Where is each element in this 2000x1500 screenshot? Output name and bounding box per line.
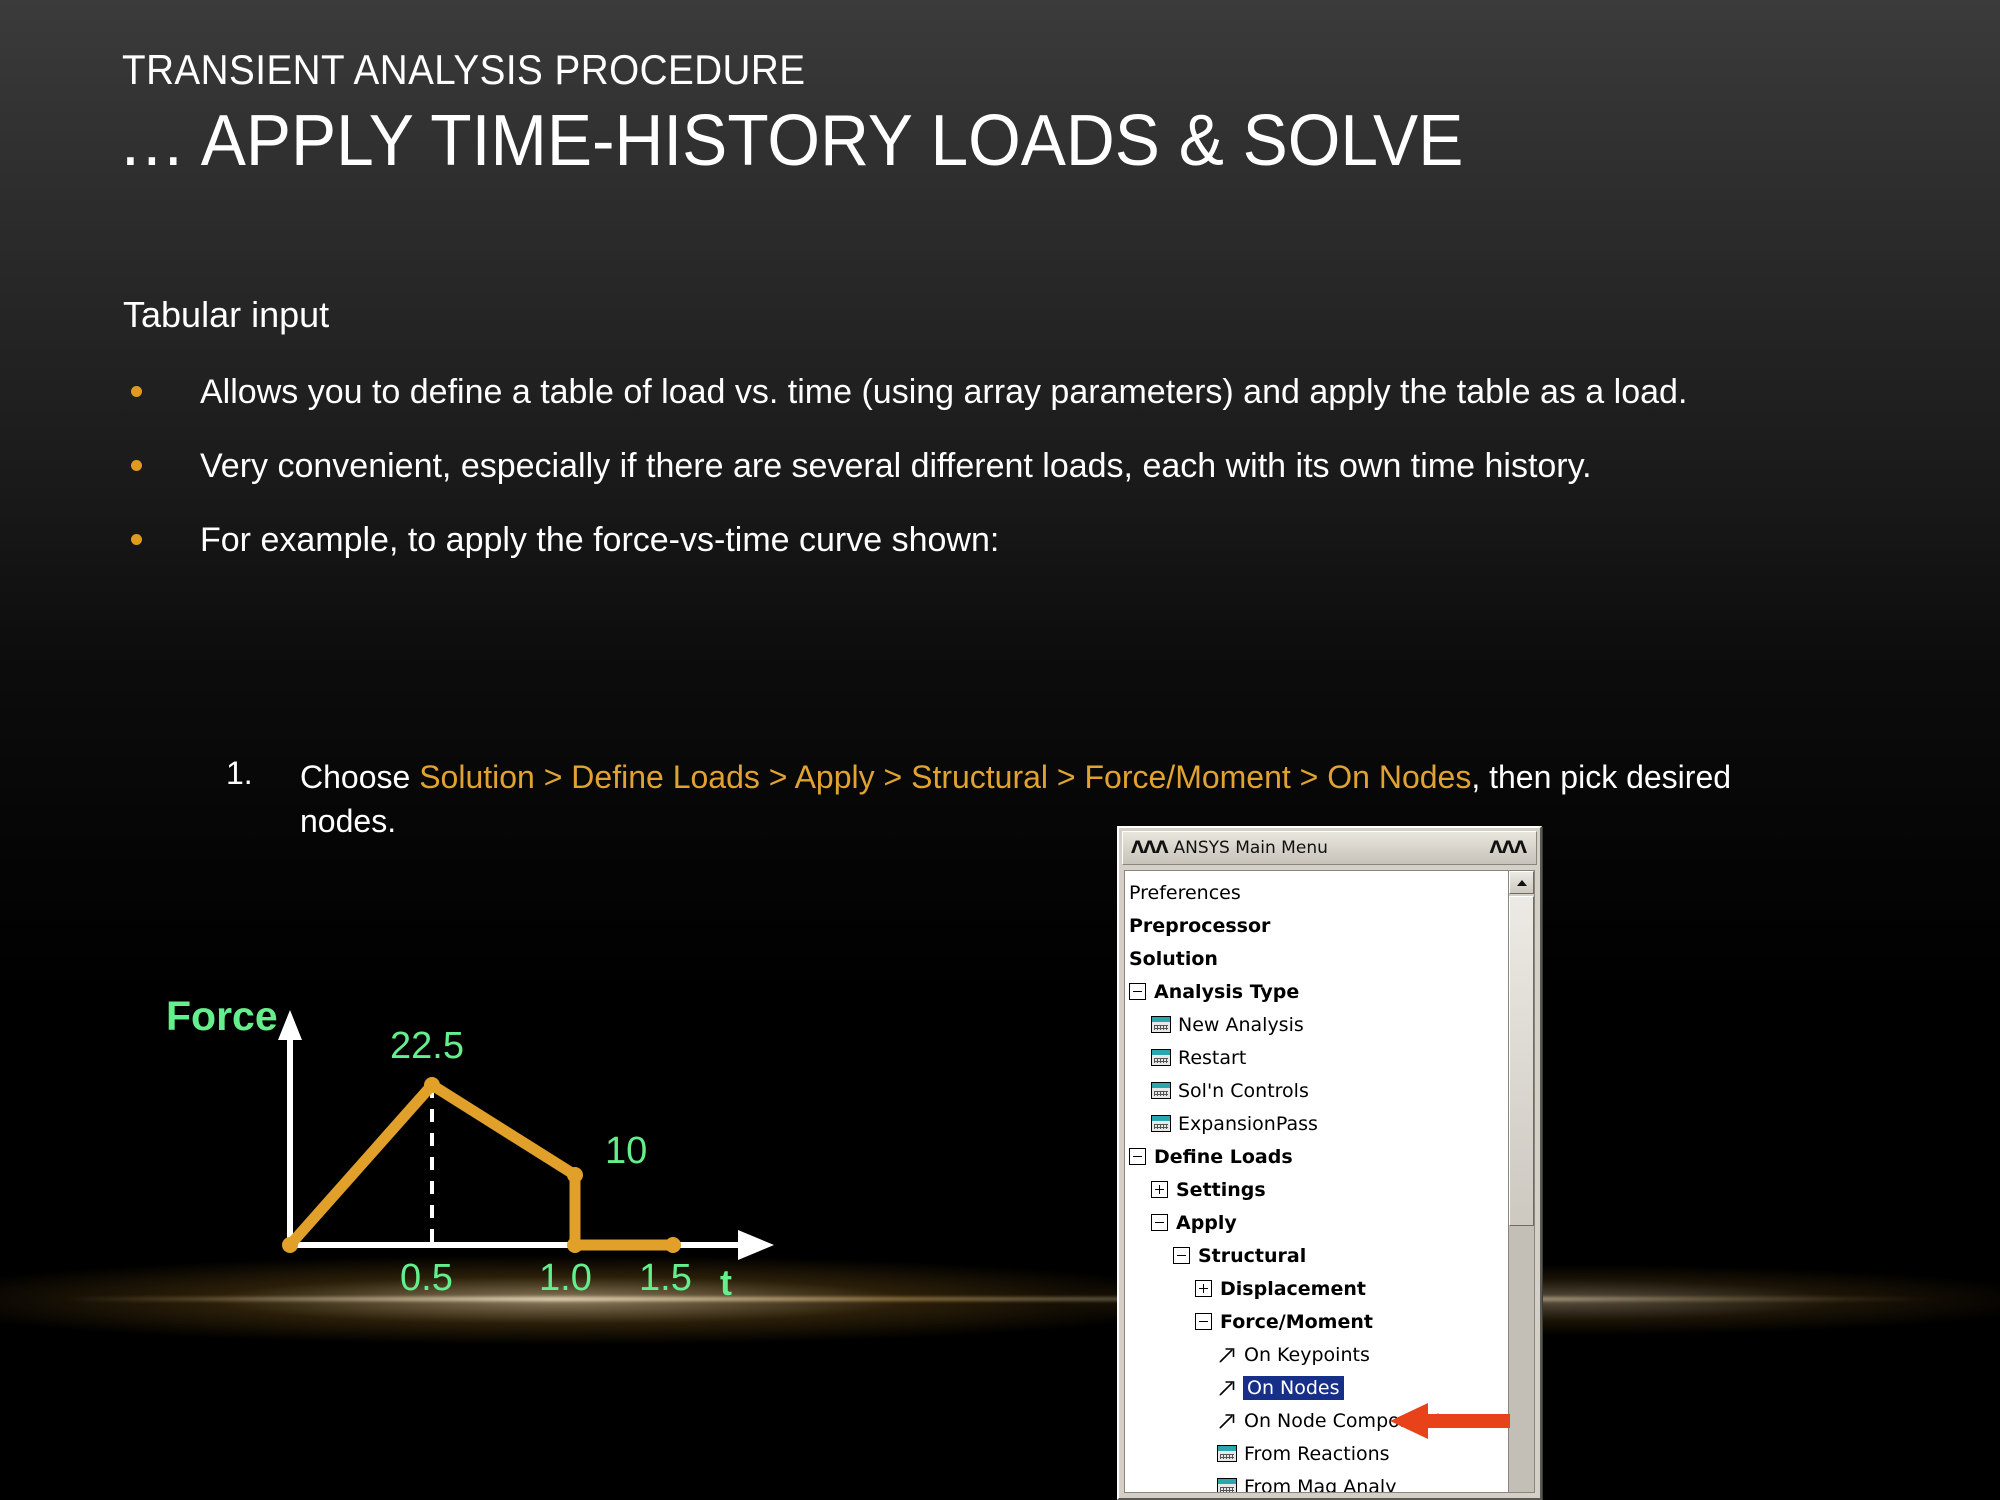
menu-item-apply[interactable]: Apply xyxy=(1129,1206,1508,1239)
chart-svg: Force t 22.5 10 0.5 1.0 1.5 xyxy=(166,993,774,1303)
menu-item-preprocessor[interactable]: Preprocessor xyxy=(1129,909,1508,942)
collapse-minus-icon[interactable] xyxy=(1129,1148,1146,1165)
x-axis-label: t xyxy=(720,1262,732,1303)
dialog-box-icon xyxy=(1151,1016,1171,1033)
dialog-box-icon xyxy=(1151,1049,1171,1066)
bullet-dot-icon xyxy=(131,386,142,397)
expand-plus-icon[interactable] xyxy=(1195,1280,1212,1297)
slide-kicker: TRANSIENT ANALYSIS PROCEDURE xyxy=(122,46,806,93)
menu-item-displacement[interactable]: Displacement xyxy=(1129,1272,1508,1305)
bullet-dot-icon xyxy=(131,533,142,545)
menu-item-restart[interactable]: Restart xyxy=(1129,1041,1508,1074)
triangle-up-icon xyxy=(1516,879,1527,886)
page-title: … APPLY TIME-HISTORY LOADS & SOLVE xyxy=(118,101,1464,181)
x-tick-label-2: 1.0 xyxy=(539,1257,592,1299)
pick-arrow-icon xyxy=(1217,1411,1237,1430)
x-tick-label-3: 1.5 xyxy=(639,1257,692,1299)
collapse-minus-icon[interactable] xyxy=(1173,1247,1190,1264)
vertical-scrollbar[interactable] xyxy=(1508,871,1534,1492)
menu-item-label: Define Loads xyxy=(1154,1145,1293,1168)
menu-item-new-analysis[interactable]: New Analysis xyxy=(1129,1008,1508,1041)
x-axis xyxy=(290,1230,774,1260)
collapse-minus-icon[interactable] xyxy=(1151,1214,1168,1231)
menu-item-label: Settings xyxy=(1176,1178,1266,1201)
collapse-minus-icon[interactable] xyxy=(1195,1313,1212,1330)
pick-arrow-icon xyxy=(1217,1378,1237,1397)
instruction-prefix: Choose xyxy=(300,759,420,795)
bullet-text: For example, to apply the force-vs-time … xyxy=(200,520,1000,559)
peak-value-label: 22.5 xyxy=(390,1025,464,1067)
expand-plus-icon[interactable] xyxy=(1151,1181,1168,1198)
menu-item-label: ExpansionPass xyxy=(1178,1112,1318,1135)
window-title: ANSYS Main Menu xyxy=(1173,838,1328,858)
menu-item-label: New Analysis xyxy=(1178,1013,1304,1036)
bullet-dot-icon xyxy=(131,459,142,471)
ansys-main-menu-window[interactable]: ΛΛΛ ANSYS Main Menu ΛΛΛ Preferences Prepr… xyxy=(1117,826,1542,1500)
menu-item-structural[interactable]: Structural xyxy=(1129,1239,1508,1272)
menu-item-label: From Reactions xyxy=(1244,1442,1390,1465)
scrollbar-thumb[interactable] xyxy=(1509,896,1534,1226)
bullet-list: Allows you to define a table of load vs.… xyxy=(123,370,1813,592)
list-item-text: Choose Solution > Define Loads > Apply >… xyxy=(300,755,1782,843)
menu-item-label: Sol'n Controls xyxy=(1178,1079,1309,1102)
menu-item-from-mag-analy[interactable]: From Mag Analy xyxy=(1129,1470,1508,1492)
dialog-box-icon xyxy=(1151,1082,1171,1099)
menu-item-label: Solution xyxy=(1129,947,1218,970)
menu-item-label: Restart xyxy=(1178,1046,1247,1069)
menu-item-analysis-type[interactable]: Analysis Type xyxy=(1129,975,1508,1008)
menu-tree[interactable]: Preferences Preprocessor Solution Analysis … xyxy=(1125,871,1508,1492)
menu-item-label: Displacement xyxy=(1220,1277,1366,1300)
menu-item-label: Apply xyxy=(1176,1211,1237,1234)
menu-path: Solution > Define Loads > Apply > Struct… xyxy=(419,759,1472,795)
y-axis-label: Force xyxy=(166,993,278,1039)
menu-item-define-loads[interactable]: Define Loads xyxy=(1129,1140,1508,1173)
list-item: Very convenient, especially if there are… xyxy=(123,444,1813,490)
red-pointer-arrow-icon xyxy=(1390,1403,1510,1439)
lambda-ornament-right-icon: ΛΛΛ xyxy=(1489,838,1527,858)
menu-item-solution[interactable]: Solution xyxy=(1129,942,1508,975)
menu-item-settings[interactable]: Settings xyxy=(1129,1173,1508,1206)
scrollbar-track[interactable] xyxy=(1509,1226,1534,1492)
menu-item-preferences[interactable]: Preferences xyxy=(1129,876,1508,909)
numbered-list: 1. Choose Solution > Define Loads > Appl… xyxy=(222,755,1782,843)
menu-item-label: Preferences xyxy=(1129,881,1241,904)
bullet-text: Allows you to define a table of load vs.… xyxy=(200,373,1688,411)
scroll-up-button[interactable] xyxy=(1509,871,1534,894)
dialog-box-icon xyxy=(1217,1445,1237,1462)
menu-item-label: Structural xyxy=(1198,1244,1307,1267)
slide-canvas: TRANSIENT ANALYSIS PROCEDURE … APPLY TIM… xyxy=(0,0,2000,1500)
list-item-number: 1. xyxy=(226,755,253,791)
menu-item-label: On Nodes xyxy=(1243,1375,1344,1400)
collapse-minus-icon[interactable] xyxy=(1129,983,1146,1000)
menu-item-expansionpass[interactable]: ExpansionPass xyxy=(1129,1107,1508,1140)
y-axis xyxy=(278,1010,302,1245)
menu-item-label: Analysis Type xyxy=(1154,980,1300,1003)
pick-arrow-icon xyxy=(1217,1345,1237,1364)
menu-item-label: Preprocessor xyxy=(1129,914,1271,937)
lead-text: Tabular input xyxy=(123,294,330,335)
dialog-box-icon xyxy=(1151,1115,1171,1132)
list-item: Allows you to define a table of load vs.… xyxy=(123,370,1813,416)
menu-item-sol-n-controls[interactable]: Sol'n Controls xyxy=(1129,1074,1508,1107)
lambda-ornament-left-icon: ΛΛΛ xyxy=(1131,838,1168,858)
list-item: For example, to apply the force-vs-time … xyxy=(123,518,1813,564)
menu-item-label: From Mag Analy xyxy=(1244,1475,1397,1493)
menu-item-label: Force/Moment xyxy=(1220,1310,1373,1333)
force-vs-time-chart: Force t 22.5 10 0.5 1.0 1.5 xyxy=(150,990,830,1320)
menu-item-force-moment[interactable]: Force/Moment xyxy=(1129,1305,1508,1338)
bullet-text: Very convenient, especially if there are… xyxy=(200,446,1592,485)
menu-item-on-keypoints[interactable]: On Keypoints xyxy=(1129,1338,1508,1371)
list-item: 1. Choose Solution > Define Loads > Appl… xyxy=(222,755,1782,843)
x-tick-label-1: 0.5 xyxy=(400,1257,453,1299)
second-value-label: 10 xyxy=(605,1130,647,1172)
dialog-box-icon xyxy=(1217,1478,1237,1492)
window-title-bar[interactable]: ΛΛΛ ANSYS Main Menu ΛΛΛ xyxy=(1122,831,1537,865)
menu-item-label: On Keypoints xyxy=(1244,1343,1370,1366)
